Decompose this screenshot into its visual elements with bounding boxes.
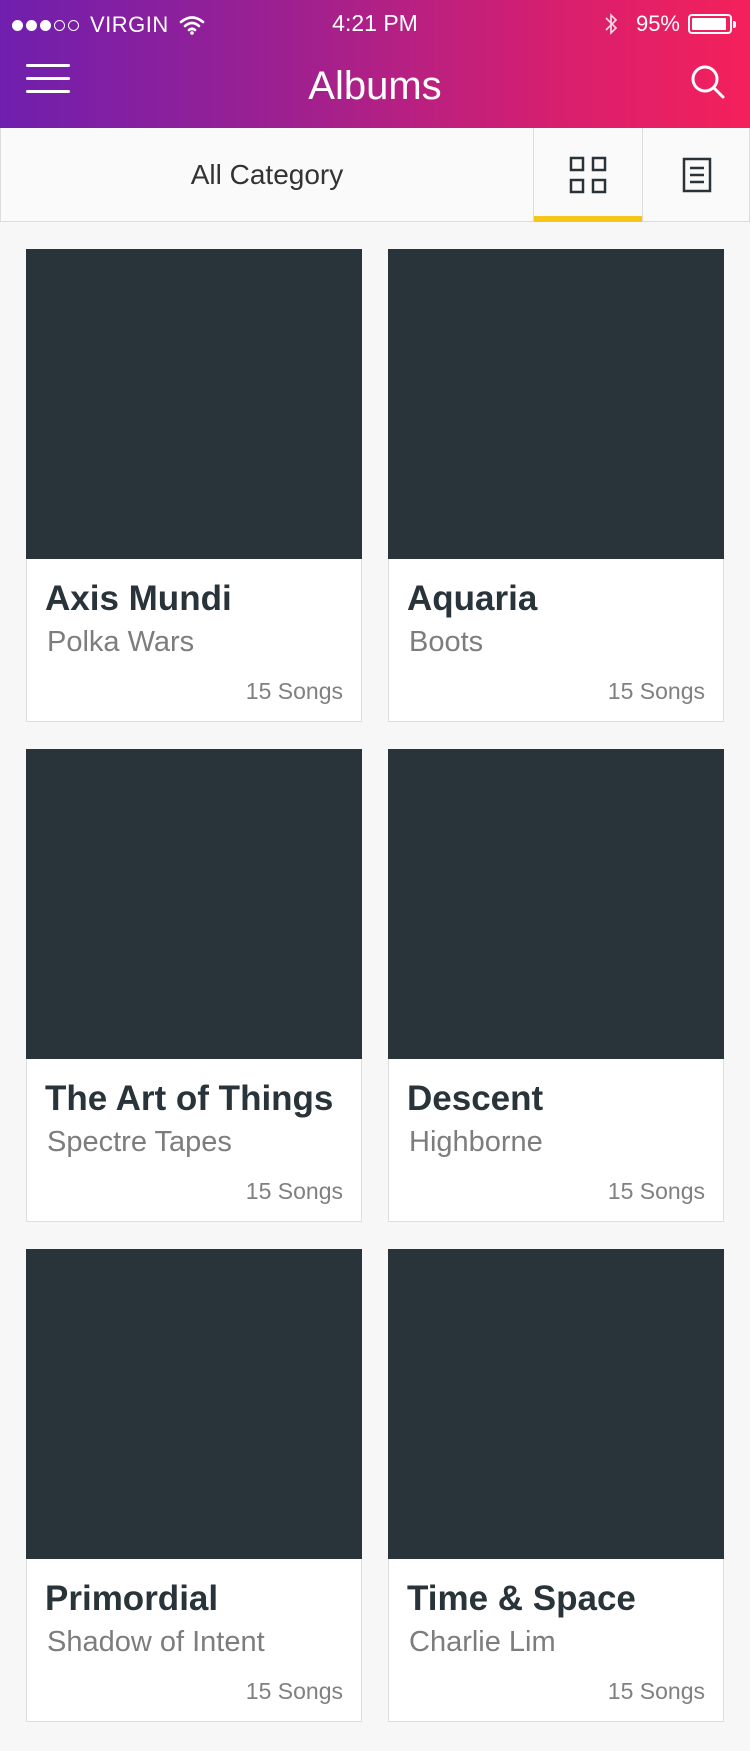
- album-card[interactable]: The Art of Things Spectre Tapes 15 Songs: [26, 749, 362, 1222]
- album-card[interactable]: Time & Space Charlie Lim 15 Songs: [388, 1249, 724, 1722]
- list-view-button[interactable]: [642, 128, 750, 221]
- grid-view-button[interactable]: [533, 128, 642, 222]
- list-icon: [682, 157, 712, 192]
- album-song-count: 15 Songs: [607, 1178, 705, 1204]
- album-artist: Highborne: [409, 1126, 543, 1158]
- page-title: Albums: [308, 64, 442, 108]
- search-icon: [691, 65, 725, 99]
- album-song-count: 15 Songs: [245, 1178, 343, 1204]
- album-title: Aquaria: [407, 579, 538, 618]
- album-song-count: 15 Songs: [245, 1678, 343, 1704]
- battery-icon: [688, 14, 736, 34]
- category-filter[interactable]: All Category: [1, 128, 533, 221]
- album-cover: [388, 749, 724, 1059]
- album-title: Time & Space: [407, 1579, 636, 1618]
- album-cover: [388, 1249, 724, 1559]
- album-title: The Art of Things: [45, 1079, 334, 1118]
- album-cover: [26, 749, 362, 1059]
- album-title: Descent: [407, 1079, 544, 1118]
- album-card[interactable]: Aquaria Boots 15 Songs: [388, 249, 724, 722]
- album-song-count: 15 Songs: [607, 1678, 705, 1704]
- battery-fill: [692, 18, 726, 30]
- album-song-count: 15 Songs: [607, 678, 705, 704]
- album-artist: Polka Wars: [47, 626, 195, 658]
- album-artist: Shadow of Intent: [47, 1626, 265, 1658]
- bluetooth-icon: [605, 13, 618, 35]
- active-view-indicator: [534, 216, 642, 222]
- view-toolbar: All Category: [0, 128, 750, 222]
- album-cover: [26, 249, 362, 559]
- grid-icon: [569, 156, 607, 193]
- album-title: Axis Mundi: [45, 579, 232, 618]
- album-artist: Boots: [409, 626, 484, 658]
- album-card[interactable]: Axis Mundi Polka Wars 15 Songs: [26, 249, 362, 722]
- album-cover: [26, 1249, 362, 1559]
- album-artist: Charlie Lim: [409, 1626, 556, 1658]
- status-bar: VIRGIN 4:21 PM 95%: [0, 0, 750, 48]
- album-cover: [388, 249, 724, 559]
- search-button[interactable]: [688, 62, 728, 102]
- album-song-count: 15 Songs: [245, 678, 343, 704]
- album-card[interactable]: Descent Highborne 15 Songs: [388, 749, 724, 1222]
- album-artist: Spectre Tapes: [47, 1126, 232, 1158]
- app-header: VIRGIN 4:21 PM 95% Albums: [0, 0, 750, 128]
- album-title: Primordial: [45, 1579, 219, 1618]
- battery-percent: 95%: [635, 11, 680, 36]
- battery-group: 95%: [604, 11, 736, 37]
- album-card[interactable]: Primordial Shadow of Intent 15 Songs: [26, 1249, 362, 1722]
